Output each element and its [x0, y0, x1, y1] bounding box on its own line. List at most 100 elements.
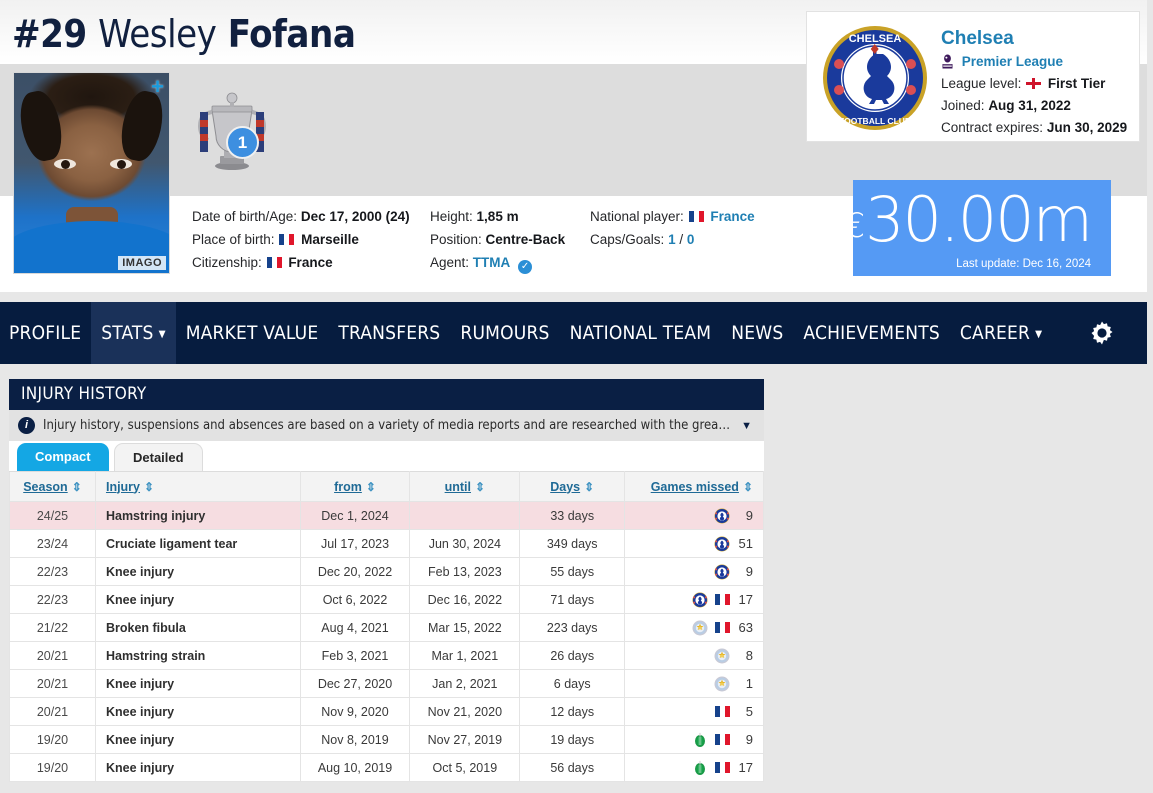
chelsea-crest-icon[interactable]: CHELSEA FOOTBALL CLUB	[821, 24, 929, 132]
player-first-name: Wesley	[98, 12, 217, 56]
tab-detailed[interactable]: Detailed	[114, 443, 203, 471]
cell-days: 19 days	[519, 725, 626, 754]
leicester-crest-icon[interactable]	[692, 620, 708, 636]
nav-item-market-value[interactable]: MARKET VALUE	[176, 302, 329, 364]
chelsea-crest-icon[interactable]	[714, 536, 730, 552]
chelsea-crest-icon[interactable]	[692, 592, 708, 608]
nav-item-national-team[interactable]: NATIONAL TEAM	[560, 302, 722, 364]
saint-etienne-crest-icon[interactable]	[692, 760, 708, 776]
club-league-row: Premier League	[941, 51, 1127, 73]
cell-until: Dec 16, 2022	[409, 585, 521, 614]
agent-link[interactable]: TTMA	[473, 255, 511, 270]
cell-from: Dec 27, 2020	[299, 669, 411, 698]
table-row: 22/23 Knee injury Oct 6, 2022 Dec 16, 2022 7…	[9, 585, 764, 614]
column-header-injury[interactable]: Injury ⇕	[94, 471, 301, 502]
cell-season: 20/21	[9, 697, 96, 726]
nav-label: TRANSFERS	[338, 322, 441, 344]
market-value-box[interactable]: €30.00m Last update: Dec 16, 2024	[843, 180, 1111, 276]
club-league-link[interactable]: Premier League	[962, 54, 1063, 69]
player-profile-page: #29 Wesley Fofana + IMAGO 1 Date of birt…	[0, 0, 1153, 793]
cell-days: 12 days	[519, 697, 626, 726]
column-header-from[interactable]: from ⇕	[299, 471, 411, 502]
cell-season: 24/25	[9, 501, 96, 530]
nav-item-transfers[interactable]: TRANSFERS	[328, 302, 450, 364]
nav-item-achievements[interactable]: ACHIEVEMENTS	[793, 302, 950, 364]
leicester-crest-icon[interactable]	[714, 648, 730, 664]
cell-games-missed: 9	[624, 557, 764, 586]
cell-until: Nov 27, 2019	[409, 725, 521, 754]
detail-place-of-birth: Place of birth: Marseille	[192, 228, 410, 251]
club-joined: Joined: Aug 31, 2022	[941, 95, 1127, 117]
player-last-name: Fofana	[227, 12, 356, 56]
cell-season: 22/23	[9, 585, 96, 614]
games-missed-group: 1	[635, 676, 753, 692]
cell-season: 19/20	[9, 753, 96, 782]
detail-label: National player:	[590, 209, 684, 224]
cell-until	[409, 501, 521, 530]
cell-injury: Broken fibula	[94, 613, 301, 642]
saint-etienne-crest-icon[interactable]	[692, 732, 708, 748]
svg-text:FOOTBALL CLUB: FOOTBALL CLUB	[839, 116, 911, 126]
club-info-box: CHELSEA FOOTBALL CLUB Chelsea Premier Le…	[806, 11, 1140, 142]
nav-item-profile[interactable]: PROFILE	[0, 302, 91, 364]
column-header-games-missed[interactable]: Games missed ⇕	[624, 471, 764, 502]
games-missed-group: 17	[635, 592, 753, 608]
main-navigation: PROFILE STATS ▼ MARKET VALUE TRANSFERS RU…	[0, 302, 1147, 364]
cell-season: 20/21	[9, 641, 96, 670]
header-label: Games missed	[650, 479, 739, 494]
svg-text:CHELSEA: CHELSEA	[849, 33, 902, 45]
header-label: Days	[550, 479, 581, 494]
cell-season: 20/21	[9, 669, 96, 698]
games-missed-count: 17	[738, 592, 753, 607]
column-header-days[interactable]: Days ⇕	[519, 471, 626, 502]
games-missed-group: 8	[635, 648, 753, 664]
table-row: 21/22 Broken fibula Aug 4, 2021 Mar 15, 202…	[9, 613, 764, 642]
add-photo-icon[interactable]: +	[151, 76, 164, 98]
tab-bar: Compact Detailed	[9, 441, 764, 471]
nav-item-news[interactable]: NEWS	[721, 302, 793, 364]
market-value-last-update: Last update: Dec 16, 2024	[956, 258, 1091, 270]
nav-item-rumours[interactable]: RUMOURS	[450, 302, 559, 364]
nav-label: RUMOURS	[460, 322, 550, 344]
chelsea-crest-icon[interactable]	[714, 508, 730, 524]
cell-injury: Knee injury	[94, 669, 301, 698]
nav-label: CAREER	[959, 322, 1031, 344]
france-flag-icon	[715, 594, 730, 605]
chelsea-crest-icon[interactable]	[714, 564, 730, 580]
tab-compact[interactable]: Compact	[17, 443, 109, 471]
games-missed-group: 63	[635, 620, 753, 636]
contract-label: Contract expires:	[941, 120, 1044, 135]
cell-until: Jun 30, 2024	[409, 529, 521, 558]
games-missed-count: 9	[745, 732, 753, 747]
table-body: 24/25 Hamstring injury Dec 1, 2024 33 days 9…	[9, 501, 764, 782]
cell-days: 349 days	[519, 529, 626, 558]
cell-until: Oct 5, 2019	[409, 753, 521, 782]
leicester-crest-icon[interactable]	[714, 676, 730, 692]
detail-value: Dec 17, 2000 (24)	[300, 209, 410, 224]
column-header-until[interactable]: until ⇕	[409, 471, 521, 502]
games-missed-group: 5	[635, 704, 753, 719]
player-photo[interactable]: + IMAGO	[13, 72, 170, 274]
fa-cup-trophy-icon	[197, 92, 267, 170]
cell-days: 55 days	[519, 557, 626, 586]
cell-days: 33 days	[519, 501, 626, 530]
detail-label: Caps/Goals:	[590, 232, 665, 247]
gear-icon[interactable]	[1087, 318, 1117, 348]
league-level-label: League level:	[941, 76, 1022, 91]
nav-item-career[interactable]: CAREER ▼	[950, 302, 1052, 364]
nav-label: STATS	[101, 322, 154, 344]
table-row: 23/24 Cruciate ligament tear Jul 17, 2023 J…	[9, 529, 764, 558]
table-row: 19/20 Knee injury Aug 10, 2019 Oct 5, 2019 5…	[9, 753, 764, 782]
nav-item-stats[interactable]: STATS ▼	[91, 302, 176, 364]
cell-from: Oct 6, 2022	[299, 585, 411, 614]
national-team-link[interactable]: France	[710, 209, 754, 224]
france-flag-icon	[715, 762, 730, 773]
cell-injury: Cruciate ligament tear	[94, 529, 301, 558]
column-header-season[interactable]: Season ⇕	[9, 471, 96, 502]
games-missed-count: 9	[745, 508, 753, 523]
trophy-cabinet[interactable]: 1	[186, 82, 278, 174]
chevron-down-icon[interactable]: ▼	[733, 420, 760, 432]
france-flag-icon	[715, 734, 730, 745]
club-name-link[interactable]: Chelsea	[941, 26, 1127, 51]
france-flag-icon	[688, 211, 704, 222]
